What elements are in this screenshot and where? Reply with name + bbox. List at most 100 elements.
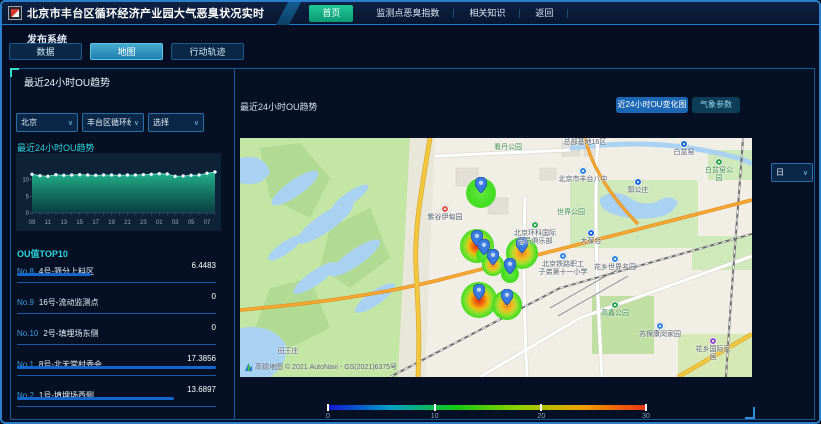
scale-tick-label: 0 — [326, 413, 330, 420]
map-canvas[interactable]: 高德地图 © 2021 AutoNavi - GS(2021)6375号 紫谷伊… — [240, 138, 752, 377]
map-pin-7[interactable] — [501, 289, 513, 305]
view-tabs: 数据地图行动轨迹 — [9, 43, 244, 60]
main-nav: 首页监测点恶臭指数相关知识返回 — [309, 2, 568, 25]
area-select[interactable]: 丰台区循环经济产 ∨ — [82, 113, 144, 132]
city-select-value: 北京 — [21, 117, 37, 128]
scale-tick-mark — [645, 404, 647, 411]
row-ou-value: 0 — [212, 292, 216, 301]
svg-text:21: 21 — [124, 220, 131, 226]
scale-tick-mark — [540, 404, 542, 411]
chevron-down-icon: ∨ — [134, 119, 139, 127]
row-bar — [17, 273, 91, 276]
row-divider — [17, 375, 216, 376]
app-window: 北京市丰台区循环经济产业园大气恶臭状况实时 首页监测点恶臭指数相关知识返回 发布… — [0, 0, 821, 424]
nav-item-2[interactable]: 相关知识 — [454, 2, 520, 25]
row-ou-value: 13.6897 — [187, 385, 216, 394]
scale-tick-label: 30 — [642, 413, 650, 420]
svg-text:09: 09 — [29, 220, 36, 226]
tab-2[interactable]: 行动轨迹 — [171, 43, 244, 60]
row-divider — [17, 344, 216, 345]
metro-poi-icon — [587, 229, 595, 237]
blue-poi-icon — [656, 322, 664, 330]
top-list-row-4: No.21号-填埋场西侧13.6897 — [17, 385, 216, 416]
nav-item-0[interactable]: 首页 — [309, 5, 353, 22]
area-select-value: 丰台区循环经济产 — [87, 117, 131, 128]
top-list-row-0: No.84号-筛分上料区6.4483 — [17, 261, 216, 292]
chevron-down-icon: ∨ — [803, 169, 808, 177]
top-list-row-1: No.9 16号-流动监测点 0 — [17, 292, 216, 323]
row-divider — [17, 406, 216, 407]
row-ou-value: 6.4483 — [192, 261, 216, 270]
row-bar — [17, 366, 216, 369]
nav-item-3[interactable]: 返回 — [520, 2, 568, 25]
row-bar — [17, 397, 174, 400]
ou-color-scale: 0 10 20 30 — [327, 405, 647, 421]
map-period-select[interactable]: 日 ∨ — [771, 163, 813, 182]
svg-text:15: 15 — [76, 220, 83, 226]
map-panel-title: 最近24小时OU趋势 — [240, 100, 318, 113]
city-select[interactable]: 北京 ∨ — [16, 113, 78, 132]
map-pin-5[interactable] — [504, 258, 516, 274]
map-pin-0[interactable] — [475, 177, 487, 193]
map-pin-4[interactable] — [516, 237, 528, 253]
park-poi-icon — [611, 301, 619, 309]
tab-1[interactable]: 地图 — [90, 43, 163, 60]
svg-text:23: 23 — [140, 220, 147, 226]
ou-change-map-button[interactable]: 近24小时OU变化图 — [616, 97, 688, 113]
tab-0[interactable]: 数据 — [9, 43, 82, 60]
header-slant-decor — [276, 2, 301, 25]
row-site-name: 2号-填埋场东侧 — [43, 329, 98, 338]
svg-text:11: 11 — [45, 220, 52, 226]
blue-poi-icon — [579, 167, 587, 175]
park-poi-icon — [715, 158, 723, 166]
site-select[interactable]: 选择 ∨ — [148, 113, 204, 132]
svg-text:01: 01 — [156, 220, 163, 226]
row-ou-value: 17.3856 — [187, 354, 216, 363]
chevron-down-icon: ∨ — [194, 119, 199, 127]
header-bar: 北京市丰台区循环经济产业园大气恶臭状况实时 首页监测点恶臭指数相关知识返回 — [2, 2, 819, 25]
ou-trend-chart: 0510091113151719212301030507 — [16, 153, 221, 231]
scale-gradient-bar — [327, 405, 647, 410]
map-attribution-text: 高德地图 © 2021 AutoNavi - GS(2021)6375号 — [255, 362, 397, 372]
top-list-row-3: No.18号-北天堂村委会17.3856 — [17, 354, 216, 385]
map-pin-6[interactable] — [473, 284, 485, 300]
panel-corner-accent-br — [745, 407, 755, 419]
scale-tick-mark — [434, 404, 436, 411]
map-pin-3[interactable] — [487, 249, 499, 265]
svg-text:0: 0 — [26, 211, 30, 217]
top-list-title: OU值TOP10 — [17, 247, 68, 260]
park-poi-icon — [531, 221, 539, 229]
scale-tick-label: 20 — [537, 413, 545, 420]
left-column: 北京 ∨ 丰台区循环经济产 ∨ 选择 ∨ 最近24小时OU趋势 05100911… — [11, 69, 235, 419]
svg-text:05: 05 — [188, 220, 195, 226]
row-site-name: 16号-流动监测点 — [39, 298, 99, 307]
row-divider — [17, 282, 216, 283]
row-ou-value: 0 — [212, 323, 216, 332]
nav-item-1[interactable]: 监测点恶臭指数 — [361, 2, 454, 25]
svg-text:13: 13 — [60, 220, 67, 226]
svg-text:19: 19 — [108, 220, 115, 226]
red-poi-icon — [441, 205, 449, 213]
top-list-row-2: No.102号-填埋场东侧0 — [17, 323, 216, 354]
scale-tick-mark — [327, 404, 329, 411]
map-attribution: 高德地图 © 2021 AutoNavi - GS(2021)6375号 — [244, 362, 397, 372]
filter-row: 北京 ∨ 丰台区循环经济产 ∨ 选择 ∨ — [16, 113, 204, 132]
metro-poi-icon — [634, 178, 642, 186]
svg-text:5: 5 — [26, 194, 30, 200]
scale-tick-label: 10 — [431, 413, 439, 420]
row-rank: No.9 — [17, 298, 34, 307]
blue-poi-icon — [559, 252, 567, 260]
app-title: 北京市丰台区循环经济产业园大气恶臭状况实时 — [27, 5, 264, 21]
purple-poi-icon — [709, 337, 717, 345]
site-select-value: 选择 — [153, 117, 169, 128]
metro-poi-icon — [680, 140, 688, 148]
svg-text:07: 07 — [204, 220, 211, 226]
svg-text:10: 10 — [22, 178, 29, 184]
weather-params-button[interactable]: 气象参数 — [692, 97, 740, 113]
svg-text:03: 03 — [172, 220, 179, 226]
blue-poi-icon — [611, 255, 619, 263]
chevron-down-icon: ∨ — [68, 119, 73, 127]
svg-text:17: 17 — [92, 220, 99, 226]
main-panel: 最近24小时OU趋势 北京 ∨ 丰台区循环经济产 ∨ 选择 ∨ 最近24小时OU… — [10, 68, 815, 420]
map-period-value: 日 — [776, 167, 784, 178]
